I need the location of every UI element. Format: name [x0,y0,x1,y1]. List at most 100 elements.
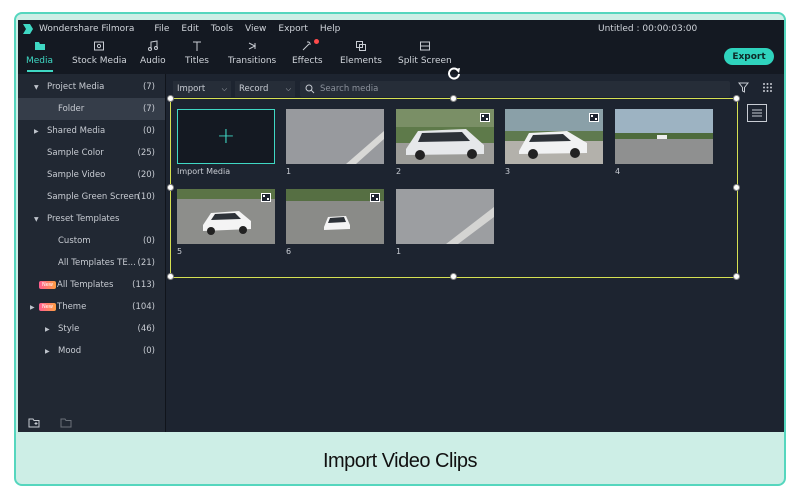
media-clip-4[interactable] [615,109,713,164]
import-media-label: Import Media [177,167,231,176]
gravel-thumbnail [286,109,384,164]
tab-media[interactable]: Media [26,40,53,72]
sidebar-item-style[interactable]: ▶ Style (46) [18,318,165,340]
rotate-handle-icon[interactable] [447,66,461,80]
transition-icon [248,42,257,50]
sidebar-item-label: Shared Media [47,126,106,136]
menu-tools[interactable]: Tools [211,24,233,34]
sidebar-item-sample-color[interactable]: Sample Color (25) [18,142,165,164]
media-clip-label: 3 [505,167,511,176]
sidebar-item-label: Mood [58,346,82,356]
sidebar-item-label: All Templates [57,280,114,290]
sidebar-item-label: Sample Green Screen [47,192,140,202]
effects-icon [302,41,312,51]
media-clip-2[interactable] [396,109,494,164]
preview-toggle-button[interactable] [747,104,767,122]
filter-icon[interactable] [738,82,749,93]
filmora-window: Wondershare Filmora File Edit Tools View… [18,20,784,432]
media-clip-label: 1 [286,167,292,176]
sidebar-item-label: Theme [57,302,87,312]
media-clip-1[interactable] [286,109,384,164]
import-media-button[interactable]: + [177,109,275,164]
sidebar-item-custom[interactable]: Custom (0) [18,230,165,252]
record-dropdown-label: Record [239,84,269,94]
sidebar-item-label: Project Media [47,82,105,92]
sidebar-item-count: (0) [142,346,155,356]
text-icon [192,41,201,51]
stock-media-icon [94,41,105,51]
sidebar-item-count: (7) [142,82,155,92]
sidebar-item-count: (104) [132,302,155,312]
chevron-right-icon: ▶ [45,325,50,333]
search-input[interactable]: Search media [300,81,730,97]
music-icon [147,40,158,51]
search-placeholder: Search media [320,84,379,94]
effects-notification-dot [314,39,319,44]
sidebar-item-shared-media[interactable]: ▶ Shared Media (0) [18,120,165,142]
screenshot-frame: Wondershare Filmora File Edit Tools View… [14,12,786,486]
media-clip-3[interactable] [505,109,603,164]
media-clip-7[interactable] [396,189,494,244]
sidebar-item-count: (20) [137,170,155,180]
resize-handle-bottom[interactable] [450,273,457,280]
chevron-down-icon: ▼ [34,83,39,91]
sidebar-item-all-templates-te[interactable]: All Templates TE... (21) [18,252,165,274]
menu-file[interactable]: File [154,24,169,34]
resize-handle-bottom-left[interactable] [167,273,174,280]
folder-icon[interactable] [60,418,72,428]
project-title: Untitled : 00:00:03:00 [598,24,698,34]
sidebar-item-all-templates[interactable]: New All Templates (113) [18,274,165,296]
grid-view-icon[interactable] [762,82,773,93]
chevron-down-icon: ⌵ [221,84,227,93]
filmora-logo-icon [23,24,33,34]
media-clip-5[interactable] [177,189,275,244]
menu-export[interactable]: Export [278,24,307,34]
record-dropdown[interactable]: Record ⌵ [235,81,295,97]
elements-icon [355,41,366,51]
media-clip-label: 6 [286,247,292,256]
media-clip-6[interactable] [286,189,384,244]
tab-elements[interactable]: Elements [340,40,382,66]
menu-help[interactable]: Help [320,24,341,34]
menu-view[interactable]: View [245,24,266,34]
resize-handle-left[interactable] [167,184,174,191]
resize-handle-top-right[interactable] [733,95,740,102]
sidebar-item-label: Preset Templates [47,214,120,224]
active-tab-indicator [26,70,53,72]
sidebar-item-label: Folder [58,104,85,114]
menu-edit[interactable]: Edit [181,24,198,34]
sidebar-item-mood[interactable]: ▶ Mood (0) [18,340,165,362]
sidebar-footer [28,418,92,428]
media-clip-label: 4 [615,167,621,176]
tab-split-screen[interactable]: Split Screen [398,40,452,66]
sidebar-item-sample-green-screen[interactable]: Sample Green Screen (10) [18,186,165,208]
tab-effects-label: Effects [292,56,323,66]
sidebar-item-theme[interactable]: ▶ New Theme (104) [18,296,165,318]
export-button[interactable]: Export [724,48,774,65]
sidebar-item-folder[interactable]: Folder (7) [18,98,165,120]
tab-stock-media[interactable]: Stock Media [72,40,127,66]
sidebar-item-project-media[interactable]: ▼ Project Media (7) [18,76,165,98]
sidebar-item-count: (21) [137,258,155,268]
tab-effects[interactable]: Effects [292,39,323,66]
resize-handle-top[interactable] [450,95,457,102]
tab-elements-label: Elements [340,56,382,66]
tab-transitions[interactable]: Transitions [228,40,276,66]
import-dropdown[interactable]: Import ⌵ [173,81,231,97]
new-folder-icon[interactable] [28,418,40,428]
sidebar-item-label: Sample Color [47,148,104,158]
sidebar-item-preset-templates[interactable]: ▼ Preset Templates [18,208,165,230]
tab-titles-label: Titles [185,56,209,66]
resize-handle-top-left[interactable] [167,95,174,102]
media-clip-label: 1 [396,247,402,256]
resize-handle-bottom-right[interactable] [733,273,740,280]
sidebar-item-sample-video[interactable]: Sample Video (20) [18,164,165,186]
video-clip-icon [480,113,490,122]
video-clip-icon [589,113,599,122]
tab-titles[interactable]: Titles [185,40,209,66]
split-screen-icon [419,41,430,51]
app-name: Wondershare Filmora [39,24,135,34]
tab-audio-label: Audio [140,56,166,66]
tab-audio[interactable]: Audio [140,40,166,66]
resize-handle-right[interactable] [733,184,740,191]
